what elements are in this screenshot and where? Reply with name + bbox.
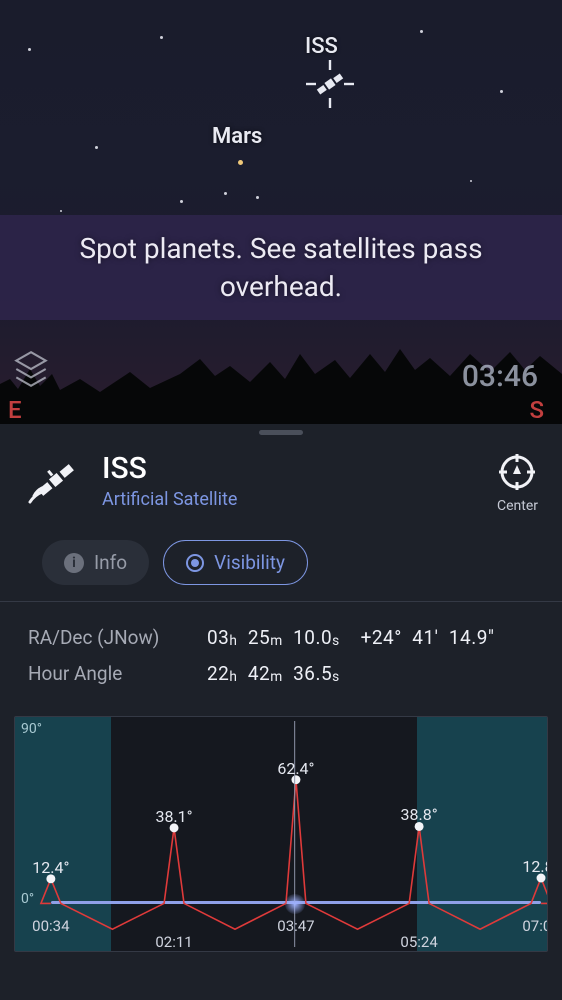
tab-info-label: Info <box>94 551 127 574</box>
tab-visibility-label: Visibility <box>214 551 285 574</box>
star <box>28 48 31 51</box>
sheet-header: ISS Artificial Satellite Center <box>0 424 562 526</box>
target-icon <box>186 554 204 572</box>
ra-dec-value: 03h 25m 10.0s +24° 41' 14.9" <box>207 620 495 656</box>
tab-visibility[interactable]: Visibility <box>163 540 308 585</box>
chart-xtick: 02:11 <box>155 933 192 951</box>
hour-angle-label: Hour Angle <box>28 656 183 692</box>
star <box>256 196 259 199</box>
star <box>95 146 98 149</box>
promo-banner: Spot planets. See satellites pass overhe… <box>0 215 562 320</box>
chart-now-marker[interactable] <box>285 894 305 914</box>
sky-view[interactable]: ISS Mars Spot planets. See satellites pa… <box>0 0 562 424</box>
satellite-icon <box>28 452 84 508</box>
chart-peak-label: 38.1° <box>155 807 192 826</box>
star <box>160 36 163 39</box>
chart-xtick: 03:47 <box>277 917 314 935</box>
sky-clock[interactable]: 03:46 <box>462 359 538 394</box>
mars-dot <box>238 160 243 165</box>
star <box>420 30 423 33</box>
chart-peak-label: 12.8° <box>522 857 548 876</box>
sky-object-label-mars: Mars <box>212 124 262 149</box>
chart-xtick: 00:34 <box>32 917 69 935</box>
detail-tabs: i Info Visibility <box>0 526 562 601</box>
star <box>180 200 183 203</box>
center-button[interactable]: Center <box>497 452 538 514</box>
star <box>470 180 472 182</box>
tab-info[interactable]: i Info <box>42 540 149 585</box>
info-icon: i <box>64 553 84 573</box>
object-name: ISS <box>102 452 479 485</box>
layers-icon[interactable] <box>10 348 52 390</box>
sheet-drag-handle[interactable] <box>259 430 303 435</box>
chart-svg <box>15 717 547 951</box>
compass-south: S <box>529 396 544 424</box>
center-button-label: Center <box>497 498 538 514</box>
chart-xtick: 07:00 <box>522 917 548 935</box>
hour-angle-value: 22h 42m 36.5s <box>207 656 340 692</box>
star <box>224 192 227 195</box>
compass-east: E <box>8 396 22 424</box>
coordinates-block: RA/Dec (JNow) 03h 25m 10.0s +24° 41' 14.… <box>0 620 562 692</box>
iss-reticle-icon[interactable] <box>306 60 354 108</box>
chart-peak-label: 62.4° <box>277 759 314 778</box>
visibility-chart[interactable]: 90° 0° 12.4°38.1°62.4°38.8°12.8°00:3402:… <box>14 716 548 952</box>
chart-xtick: 05:24 <box>400 933 437 951</box>
star <box>500 90 503 93</box>
chart-peak-label: 12.4° <box>32 858 69 877</box>
star <box>60 210 62 212</box>
crosshair-icon <box>497 452 537 492</box>
promo-banner-text: Spot planets. See satellites pass overhe… <box>30 230 532 306</box>
divider <box>0 601 562 602</box>
object-detail-sheet[interactable]: ISS Artificial Satellite Center i Info V… <box>0 424 562 1000</box>
object-type: Artificial Satellite <box>102 489 479 510</box>
sky-object-label-iss: ISS <box>305 34 338 59</box>
chart-peak-label: 38.8° <box>401 805 438 824</box>
ra-dec-label: RA/Dec (JNow) <box>28 620 183 656</box>
